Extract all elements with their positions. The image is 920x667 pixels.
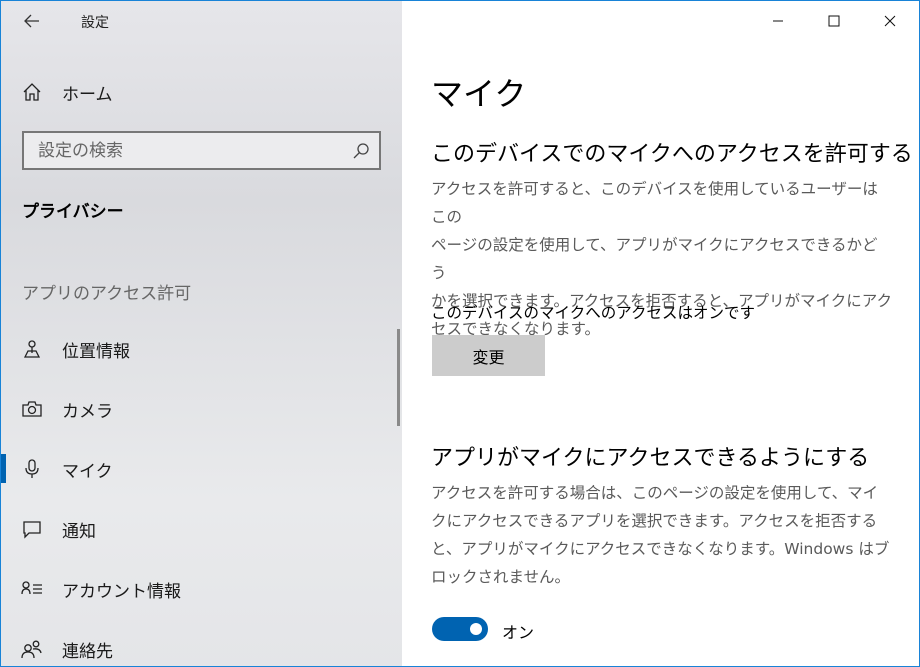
maximize-icon — [828, 15, 840, 27]
sidebar-item-label: 連絡先 — [62, 641, 113, 662]
page-title: マイク — [431, 75, 527, 113]
search-input[interactable] — [24, 133, 344, 168]
title-bar: 設定 — [1, 1, 402, 41]
minimize-icon — [773, 20, 783, 22]
back-button[interactable] — [15, 7, 49, 35]
location-icon — [21, 338, 43, 360]
sidebar-item-location[interactable]: 位置情報 — [1, 329, 402, 369]
app-access-description: アクセスを許可する場合は、このページの設定を使用して、マイ クにアクセスできるア… — [431, 484, 890, 586]
notification-icon — [21, 518, 43, 540]
sidebar-item-camera[interactable]: カメラ — [1, 389, 402, 429]
sidebar-item-microphone[interactable]: マイク — [1, 449, 402, 489]
sidebar-item-notifications[interactable]: 通知 — [1, 509, 402, 549]
main-content: マイク このデバイスでのマイクへのアクセスを許可する アクセスを許可すると、この… — [402, 1, 919, 666]
sidebar-item-label: 通知 — [62, 521, 96, 542]
sidebar: 設定 ホーム プライバシー アプリのアクセス許可 — [1, 1, 402, 666]
sidebar-item-label: マイク — [62, 461, 113, 482]
contacts-icon — [21, 638, 43, 660]
group-label-app-permissions: アプリのアクセス許可 — [22, 284, 192, 304]
search-box — [22, 131, 381, 170]
camera-icon — [21, 398, 43, 420]
change-button[interactable]: 変更 — [432, 335, 545, 376]
app-title: 設定 — [81, 15, 109, 31]
sidebar-scrollbar[interactable] — [397, 329, 400, 426]
app-access-heading: アプリがマイクにアクセスできるようにする — [431, 446, 870, 471]
sidebar-item-account-info[interactable]: アカウント情報 — [1, 569, 402, 609]
nav-home[interactable]: ホーム — [1, 72, 402, 112]
sidebar-item-label: 位置情報 — [62, 341, 130, 362]
account-info-icon — [21, 578, 43, 600]
toggle-state-label: オン — [502, 623, 535, 642]
back-arrow-icon — [24, 14, 39, 28]
sidebar-item-contacts[interactable]: 連絡先 — [1, 629, 402, 666]
nav-home-label: ホーム — [62, 84, 113, 105]
search-icon[interactable] — [351, 141, 371, 161]
sidebar-item-label: アカウント情報 — [62, 581, 181, 602]
close-icon — [884, 15, 896, 27]
toggle-knob — [470, 623, 482, 635]
device-access-heading: このデバイスでのマイクへのアクセスを許可する — [431, 142, 913, 167]
maximize-button[interactable] — [806, 1, 862, 41]
home-icon — [21, 81, 43, 103]
microphone-icon — [21, 458, 43, 480]
sidebar-item-label: カメラ — [62, 401, 113, 422]
section-title-privacy: プライバシー — [22, 202, 124, 222]
device-access-status: このデバイスのマイクへのアクセスはオンです — [431, 304, 755, 322]
minimize-button[interactable] — [750, 1, 806, 41]
close-button[interactable] — [862, 1, 918, 41]
settings-window: 設定 ホーム プライバシー アプリのアクセス許可 — [0, 0, 920, 667]
app-access-toggle[interactable] — [432, 617, 488, 641]
